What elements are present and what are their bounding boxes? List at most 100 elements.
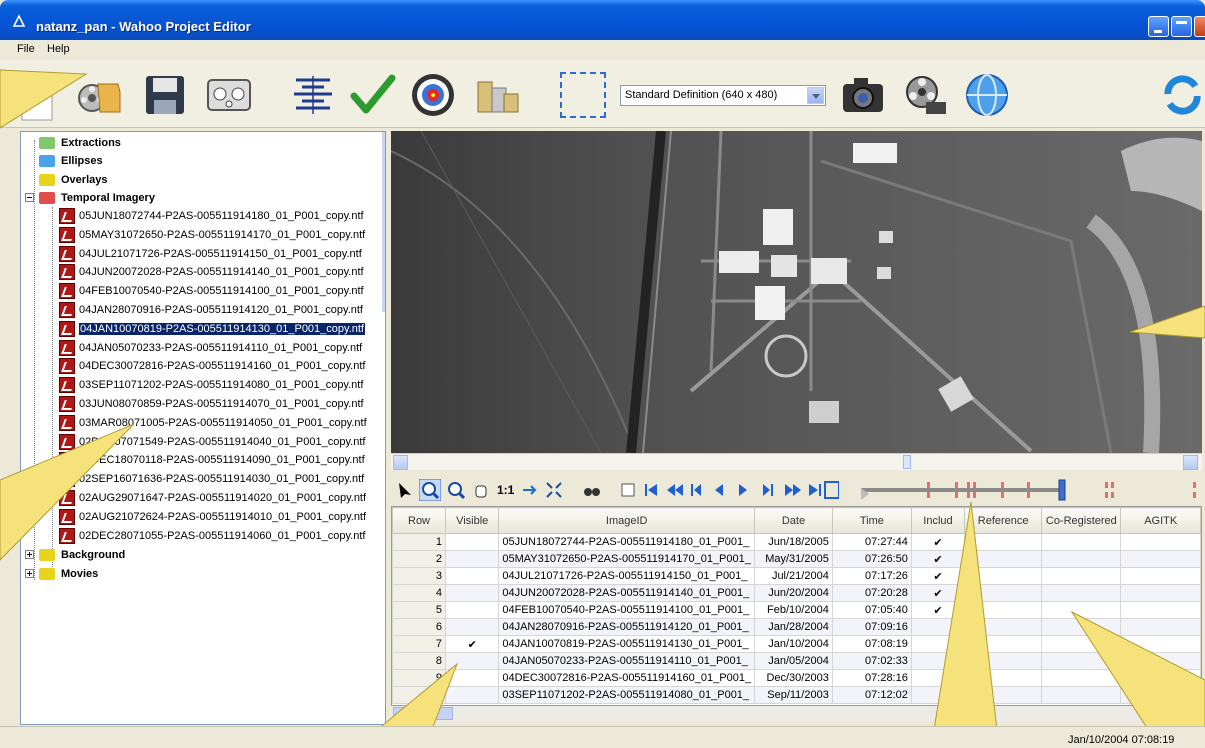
column-header[interactable]: Time (831, 507, 912, 534)
time-cell: 07:09:16 (831, 618, 912, 636)
zoom-out-icon[interactable] (447, 481, 465, 499)
collapse-icon[interactable] (25, 193, 34, 202)
image-id-cell: 05MAY31072650-P2AS-005511914170_01_P001_ (498, 550, 756, 568)
time-cell: 07:02:33 (831, 652, 912, 670)
visible-cell[interactable] (445, 584, 500, 602)
ntf-image-icon (59, 264, 75, 281)
visible-cell[interactable]: ✔ (445, 635, 500, 653)
column-header[interactable]: Co-Registered (1041, 507, 1122, 534)
resolution-select[interactable]: Standard Definition (640 x 480) (620, 85, 826, 106)
image-id-cell: 04JAN05070233-P2AS-005511914110_01_P001_ (498, 652, 756, 670)
tree-item-label: 03SEP11071202-P2AS-005511914080_01_P001_… (79, 379, 364, 392)
chevron-down-icon[interactable] (807, 87, 824, 104)
menu-help[interactable]: Help (47, 43, 70, 55)
table-row[interactable]: 4 04JUN20072028-P2AS-005511914140_01_P001… (392, 584, 1201, 602)
time-cell: 07:26:50 (831, 550, 912, 568)
close-button[interactable] (1194, 16, 1205, 37)
agitk-cell (1120, 567, 1201, 585)
agitk-cell (1120, 550, 1201, 568)
resolution-value: Standard Definition (640 x 480) (625, 89, 778, 101)
save-icon[interactable] (142, 72, 188, 118)
table-row[interactable]: 3 04JUL21071726-P2AS-005511914150_01_P001… (392, 567, 1201, 585)
pan-hand-icon[interactable] (473, 481, 489, 499)
date-cell: May/31/2005 (754, 550, 833, 568)
table-row[interactable]: 1 05JUN18072744-P2AS-005511914180_01_P001… (392, 533, 1201, 551)
film-reel-icon[interactable] (902, 72, 948, 118)
refresh-icon[interactable] (1160, 72, 1205, 118)
ntf-image-icon (59, 396, 75, 412)
ntf-image-icon (59, 283, 75, 300)
fit-icon[interactable] (521, 481, 537, 499)
maximize-button[interactable] (1171, 16, 1192, 37)
ntf-image-icon (59, 226, 75, 243)
agitk-cell (1120, 584, 1201, 602)
callout-pointer (1130, 305, 1205, 339)
column-header[interactable]: ImageID (498, 507, 756, 534)
tree-item-label: 04JUN20072028-P2AS-005511914140_01_P001_… (79, 266, 364, 279)
visible-cell[interactable] (445, 601, 500, 619)
date-cell: Jun/18/2005 (754, 533, 833, 551)
transport-controls[interactable] (643, 481, 839, 499)
selection-icon[interactable] (560, 72, 606, 118)
row-number: 4 (392, 584, 447, 602)
column-header[interactable]: Visible (445, 507, 500, 534)
visible-cell[interactable] (445, 567, 500, 585)
globe-icon[interactable] (964, 72, 1010, 118)
tree-scrollbar[interactable] (382, 132, 385, 312)
tree-item-label: 04DEC30072816-P2AS-005511914160_01_P001_… (79, 360, 366, 373)
tree-item-label: 04JAN10070819-P2AS-005511914130_01_P001_… (78, 321, 366, 336)
image-id-cell: 04JAN28070916-P2AS-005511914120_01_P001_ (498, 618, 756, 636)
pointer-icon[interactable] (397, 481, 413, 499)
scroll-thumb[interactable] (903, 455, 911, 469)
column-header[interactable]: AGITK (1120, 507, 1201, 534)
coins-icon[interactable] (474, 72, 520, 118)
visible-cell[interactable] (445, 533, 500, 551)
date-cell: Sep/11/2003 (754, 686, 833, 704)
coregistered-cell (1041, 584, 1122, 602)
binoculars-icon[interactable] (583, 481, 601, 499)
table-header: Row Visible ImageID Date Time Includ Reference… (392, 507, 1201, 534)
visible-cell[interactable] (445, 550, 500, 568)
check-icon[interactable] (350, 72, 396, 118)
scroll-left-icon[interactable] (393, 455, 408, 470)
zoom-1-1-button[interactable]: 1:1 (497, 483, 514, 501)
table-row[interactable]: 2 05MAY31072650-P2AS-005511914170_01_P001… (392, 550, 1201, 568)
ntf-image-icon (59, 377, 75, 394)
tree-item-label: 03JUN08070859-P2AS-005511914070_01_P001_… (79, 398, 364, 410)
row-number: 7 (392, 635, 447, 653)
column-header[interactable]: Row (392, 507, 447, 534)
viewer-scrollbar[interactable] (391, 453, 1202, 470)
playback-toolbar: 1:1 (391, 472, 1202, 506)
zoom-in-icon[interactable] (419, 479, 441, 501)
camera-icon[interactable] (840, 72, 886, 118)
frame-icon[interactable] (621, 481, 635, 499)
callout-pointer (0, 423, 135, 561)
expand-icon[interactable] (25, 569, 34, 578)
status-datetime: Jan/10/2004 07:08:19 (1068, 734, 1175, 746)
image-id-cell: 04JAN10070819-P2AS-005511914130_01_P001_ (498, 635, 756, 653)
agitk-cell (1120, 533, 1201, 551)
time-cell: 07:20:28 (831, 584, 912, 602)
coregistered-cell (1041, 550, 1122, 568)
image-id-cell: 04DEC30072816-P2AS-005511914160_01_P001_ (498, 669, 756, 687)
timeline-markers[interactable] (857, 478, 1202, 502)
visible-cell[interactable] (445, 618, 500, 636)
fullscreen-icon[interactable] (545, 481, 563, 499)
image-id-cell: 04JUL21071726-P2AS-005511914150_01_P001_ (498, 567, 756, 585)
column-header[interactable]: Date (754, 507, 833, 534)
tree-item-label: 04FEB10070540-P2AS-005511914100_01_P001_… (79, 285, 364, 298)
imagery-viewer[interactable] (391, 131, 1202, 453)
coregistered-cell (1041, 567, 1122, 585)
date-cell: Dec/30/2003 (754, 669, 833, 687)
target-icon[interactable] (410, 72, 456, 118)
align-icon[interactable] (290, 72, 336, 118)
time-cell: 07:12:02 (831, 686, 912, 704)
scroll-right-icon[interactable] (1183, 455, 1198, 470)
menu-file[interactable]: File (17, 43, 35, 55)
dashboard-icon[interactable] (206, 72, 252, 118)
tree-item-label: 05JUN18072744-P2AS-005511914180_01_P001_… (79, 210, 364, 222)
row-number: 2 (392, 550, 447, 568)
minimize-button[interactable] (1148, 16, 1169, 37)
folder-icon (39, 137, 55, 149)
row-number: 6 (392, 618, 447, 636)
